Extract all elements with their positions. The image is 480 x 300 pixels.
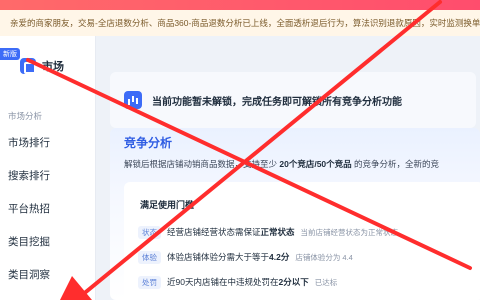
sidebar-nav: 市场排行 搜索排行 平台热招 类目挖掘 类目洞察	[0, 130, 96, 295]
requirement-row: 处罚 近90天内店铺在中违规处罚在2分以下 已达标	[138, 274, 337, 290]
top-accent-bar	[0, 0, 480, 10]
sidebar-item-category-mining[interactable]: 类目挖掘	[0, 229, 96, 262]
panel-title: 竞争分析	[124, 136, 173, 150]
announcement-bar: 亲爱的商家朋友，交易-全店退数分析、商品360-商品退数分析已上线，全面透析退后…	[0, 10, 480, 36]
requirements-card: 满足使用门槛 状态 经营店铺经营状态需保证正常状态 当前店铺经营状态为正常状态 …	[124, 182, 480, 300]
sidebar-item-platform-hot[interactable]: 平台热招	[0, 196, 96, 229]
requirement-status: 店铺体验分为 4.4	[295, 252, 353, 262]
main-content: 当前功能暂未解锁，完成任务即可解锁所有竞争分析功能 竞争分析 解锁后根据店铺动销…	[96, 36, 480, 300]
new-version-badge: 新版	[0, 48, 20, 60]
bar-chart-icon	[124, 91, 142, 109]
panel-desc-highlight: 20个竞店/50个竞品	[279, 159, 352, 169]
requirements-title: 满足使用门槛	[140, 200, 195, 210]
sidebar-brand-label: 市场	[42, 61, 64, 73]
requirement-status: 已达标	[314, 277, 338, 287]
sidebar-item-market-ranking[interactable]: 市场排行	[0, 130, 96, 163]
requirement-row: 状态 经营店铺经营状态需保证正常状态 当前店铺经营状态为正常状态	[138, 224, 398, 240]
panel-desc-suffix: 的竞争分析，全新的竞	[354, 159, 440, 169]
sidebar-brand[interactable]: 市场	[20, 58, 64, 74]
sidebar-section-label: 市场分析	[8, 111, 43, 121]
panel-description: 解锁后根据店铺动销商品数据，支持至少 20个竞店/50个竞品 的竞争分析，全新的…	[124, 158, 439, 170]
requirement-status: 当前店铺经营状态为正常状态	[300, 227, 399, 237]
panel-desc-prefix: 解锁后根据店铺动销商品数据，支持至少	[124, 159, 278, 169]
requirement-tag: 处罚	[138, 275, 161, 289]
requirement-tag: 体验	[138, 250, 161, 264]
announcement-text: 亲爱的商家朋友，交易-全店退数分析、商品360-商品退数分析已上线，全面透析退后…	[10, 18, 480, 28]
market-logo-icon	[20, 58, 36, 74]
requirement-row: 体验 体验店铺体验分需大于等于4.2分 店铺体验分为 4.4	[138, 249, 353, 265]
unlock-banner: 当前功能暂未解锁，完成任务即可解锁所有竞争分析功能	[110, 72, 476, 128]
requirement-text: 体验店铺体验分需大于等于4.2分	[167, 252, 290, 262]
sidebar-item-category-insight[interactable]: 类目洞察	[0, 262, 96, 295]
requirement-tag: 状态	[138, 225, 161, 239]
sidebar-item-search-ranking[interactable]: 搜索排行	[0, 163, 96, 196]
competition-panel: 竞争分析 解锁后根据店铺动销商品数据，支持至少 20个竞店/50个竞品 的竞争分…	[110, 128, 480, 300]
requirement-text: 经营店铺经营状态需保证正常状态	[167, 227, 295, 237]
requirement-text: 近90天内店铺在中违规处罚在2分以下	[167, 277, 309, 287]
unlock-banner-text: 当前功能暂未解锁，完成任务即可解锁所有竞争分析功能	[152, 96, 402, 108]
